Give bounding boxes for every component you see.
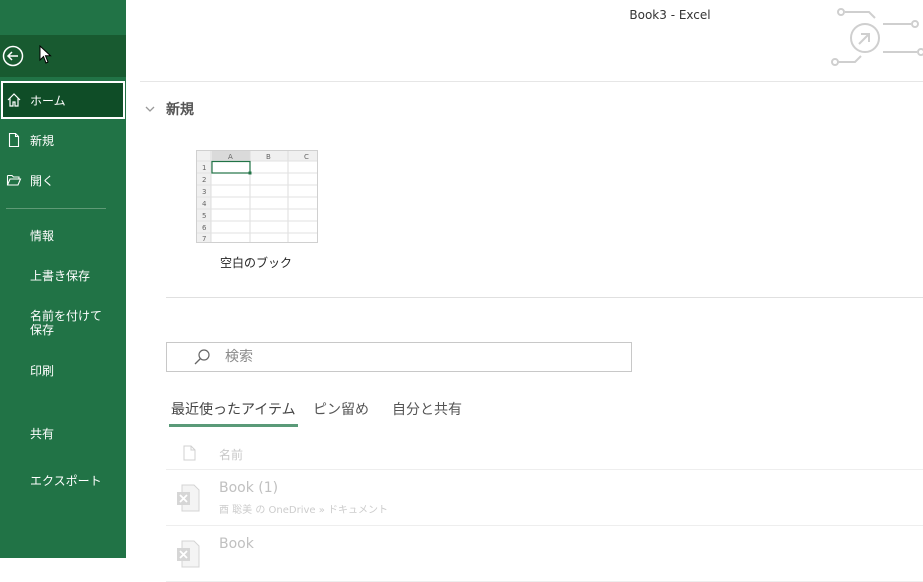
file-type-icon [183,445,196,461]
open-folder-icon [6,174,22,186]
new-section-header[interactable]: 新規 [144,99,194,119]
thumb-col-b: B [266,153,271,161]
excel-file-icon [177,484,200,512]
file-name: Book (1) [219,480,279,496]
tab-shared-label: 自分と共有 [392,402,462,418]
window-title: Book3 - Excel [629,8,711,22]
file-name: Book [219,536,254,552]
thumb-row-3: 3 [202,188,206,196]
file-row[interactable]: Book [166,526,923,582]
tab-pinned-label: ピン留め [313,402,369,418]
tab-recent[interactable]: 最近使ったアイテム [169,399,298,427]
nav-open[interactable]: 開く [0,161,126,199]
nav-home[interactable]: ホーム [1,81,125,119]
search-icon [194,349,210,365]
nav-print[interactable]: 印刷 [30,364,120,378]
nav-home-label: ホーム [30,93,66,108]
nav-open-label: 開く [30,173,55,188]
backstage-sidebar: ホーム 新規 開く 情報 上書き保存 名前を付けて保存 印刷 共有 エクスポート [0,0,126,558]
thumb-row-5: 5 [202,212,206,220]
blank-workbook-label[interactable]: 空白のブック [196,254,316,271]
file-row[interactable]: Book (1) 酉 聡美 の OneDrive » ドキュメント [166,470,923,526]
section-divider [166,297,923,298]
thumb-col-c: C [304,153,309,161]
spreadsheet-thumbnail: A B C 1 2 3 4 5 6 7 [197,151,317,242]
tab-shared[interactable]: 自分と共有 [392,399,462,427]
thumb-row-4: 4 [202,200,207,208]
nav-new[interactable]: 新規 [0,121,126,159]
back-arrow-icon[interactable] [2,45,24,67]
search-input[interactable] [223,348,587,366]
header-divider [140,81,923,82]
circuit-decoration-icon [831,8,923,66]
new-section-title: 新規 [166,102,194,118]
nav-save-as[interactable]: 名前を付けて保存 [30,309,110,337]
file-list-header: 名前 [166,438,923,470]
excel-file-icon [177,540,200,568]
thumb-row-7: 7 [202,235,206,242]
new-document-icon [8,132,20,148]
tab-active-indicator [169,424,298,427]
thumb-row-1: 1 [202,164,206,172]
blank-workbook-template[interactable]: A B C 1 2 3 4 5 6 7 [196,150,318,243]
nav-save[interactable]: 上書き保存 [30,269,120,283]
chevron-down-icon [145,106,155,112]
nav-new-label: 新規 [30,133,55,148]
tab-recent-label: 最近使ったアイテム [171,402,296,418]
thumb-row-6: 6 [202,224,207,232]
file-path: 酉 聡美 の OneDrive » ドキュメント [219,505,389,516]
thumb-row-2: 2 [202,176,206,184]
mouse-cursor-icon [39,45,52,64]
search-box[interactable] [166,342,632,372]
column-name-header[interactable]: 名前 [219,446,243,463]
tab-pinned[interactable]: ピン留め [313,399,369,427]
home-icon [7,93,21,107]
nav-share[interactable]: 共有 [30,427,120,441]
nav-info[interactable]: 情報 [30,229,120,243]
sidebar-divider [6,208,106,209]
thumb-col-a: A [228,153,233,161]
nav-export[interactable]: エクスポート [30,474,120,488]
